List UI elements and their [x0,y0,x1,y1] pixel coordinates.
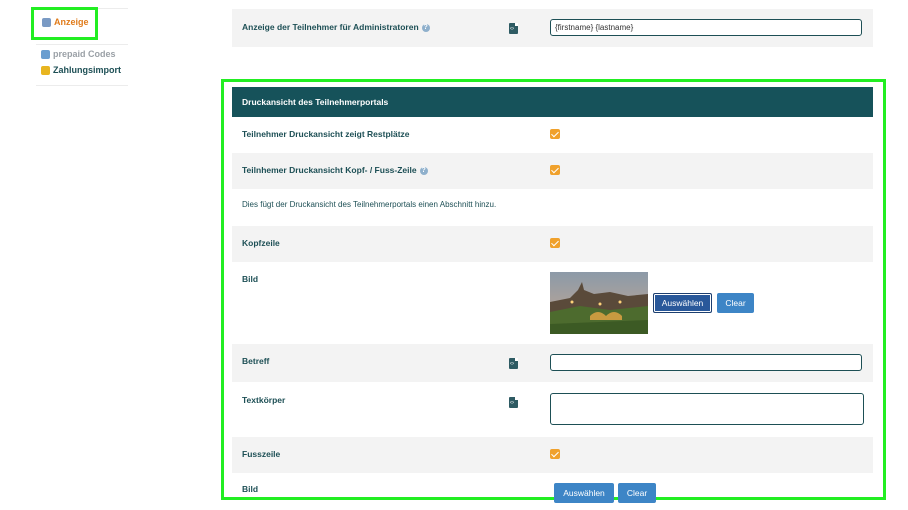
kopfzeile-checkbox[interactable] [550,238,560,248]
sidebar-divider [36,44,128,45]
sidebar-divider [36,85,128,86]
section-note: Dies fügt der Druckansicht des Teilnehme… [242,200,497,209]
kopf-fuss-label: Teilnhemer Druckansicht Kopf- / Fuss-Zei… [242,165,417,175]
fusszeile-row: Fusszeile [232,437,873,473]
textkoerper-row: Textkörper [232,382,873,437]
select-image-button[interactable]: Auswählen [554,483,614,503]
admin-display-label: Anzeige der Teilnehmer für Administrator… [242,22,419,32]
money-icon [41,65,50,75]
kopf-fuss-row: Teilnhemer Druckansicht Kopf- / Fuss-Zei… [232,153,873,189]
kopf-fuss-checkbox[interactable] [550,165,560,175]
sidebar-item-label: prepaid Codes [53,49,116,59]
print-section-title: Druckansicht des Teilnehmerportals [242,97,389,107]
bild-label: Bild [242,484,259,494]
kopfzeile-label: Kopfzeile [242,238,280,248]
sidebar-item-prepaid-codes[interactable]: prepaid Codes [41,49,116,59]
clear-image-button[interactable]: Clear [618,483,656,503]
bild-row-1: Bild Auswählen Clear [232,262,873,344]
betreff-label: Betreff [242,356,270,366]
template-code-icon[interactable] [509,358,518,369]
admin-display-row: Anzeige der Teilnehmer für Administrator… [232,9,873,47]
betreff-input[interactable] [550,354,862,371]
admin-display-input[interactable] [550,19,862,36]
textkoerper-textarea[interactable] [550,393,864,425]
select-image-button[interactable]: Auswählen [653,293,712,313]
help-icon[interactable]: ? [419,166,428,175]
template-code-icon[interactable] [509,397,518,408]
sidebar-item-label: Zahlungsimport [53,65,121,75]
restplaetze-label: Teilnehmer Druckansicht zeigt Restplätze [242,129,410,139]
clear-image-button[interactable]: Clear [717,293,754,313]
textkoerper-label: Textkörper [242,395,286,405]
fusszeile-label: Fusszeile [242,449,281,459]
voucher-icon [41,49,50,59]
restplaetze-checkbox[interactable] [550,129,560,139]
betreff-row: Betreff [232,344,873,382]
help-icon[interactable]: ? [421,23,430,32]
highlight-box-sidebar [31,7,98,40]
bild-row-2: Bild Auswählen Clear [232,473,873,503]
header-image-thumbnail[interactable] [550,272,648,334]
bild-label: Bild [242,274,259,284]
print-section-header: Druckansicht des Teilnehmerportals [232,87,873,117]
template-code-icon[interactable] [509,23,518,34]
fusszeile-checkbox[interactable] [550,449,560,459]
sidebar-item-zahlungsimport[interactable]: Zahlungsimport [41,65,121,75]
kopfzeile-row: Kopfzeile [232,226,873,262]
restplaetze-row: Teilnehmer Druckansicht zeigt Restplätze [232,117,873,153]
